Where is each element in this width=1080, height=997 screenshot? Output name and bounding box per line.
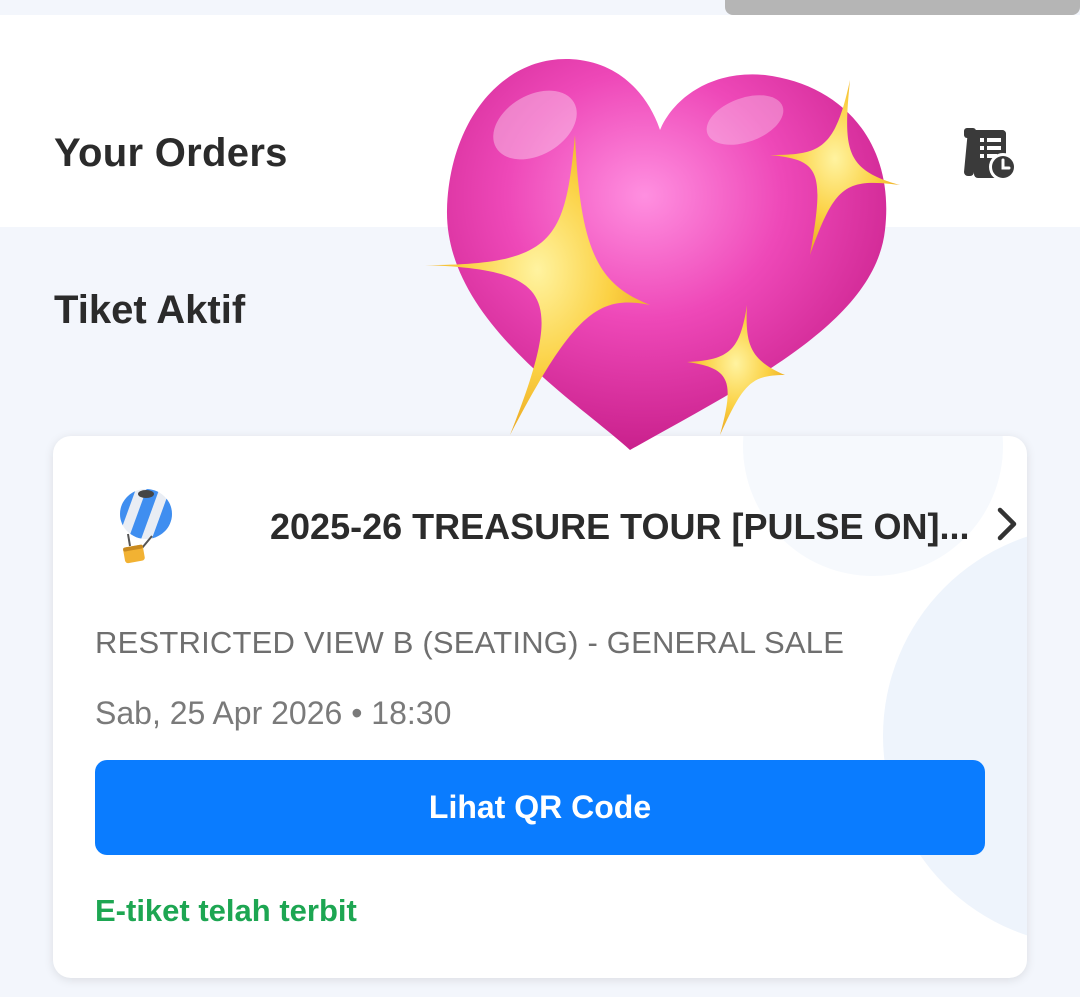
ticket-card[interactable]: 2025-26 TREASURE TOUR [PULSE ON]... REST…: [53, 436, 1027, 978]
event-date: Sab, 25 Apr 2026 • 18:30: [95, 695, 452, 731]
event-title[interactable]: 2025-26 TREASURE TOUR [PULSE ON]...: [270, 506, 970, 548]
ticket-status: E-tiket telah terbit: [95, 893, 357, 928]
order-history-icon: [964, 128, 1017, 181]
event-row[interactable]: 2025-26 TREASURE TOUR [PULSE ON]...: [108, 486, 1017, 566]
card-decoration: [883, 526, 1027, 946]
order-history-button[interactable]: [962, 124, 1020, 184]
scroll-handle[interactable]: [725, 0, 1080, 15]
hot-air-balloon-icon: [120, 489, 172, 564]
header: [0, 15, 1080, 227]
sparkle-small: [687, 305, 785, 435]
page-title: Your Orders: [54, 131, 288, 175]
ticket-type: RESTRICTED VIEW B (SEATING) - GENERAL SA…: [95, 625, 845, 660]
view-qr-code-button[interactable]: Lihat QR Code: [95, 760, 985, 855]
chevron-right-icon[interactable]: [992, 504, 1022, 544]
section-title: Tiket Aktif: [54, 288, 246, 332]
